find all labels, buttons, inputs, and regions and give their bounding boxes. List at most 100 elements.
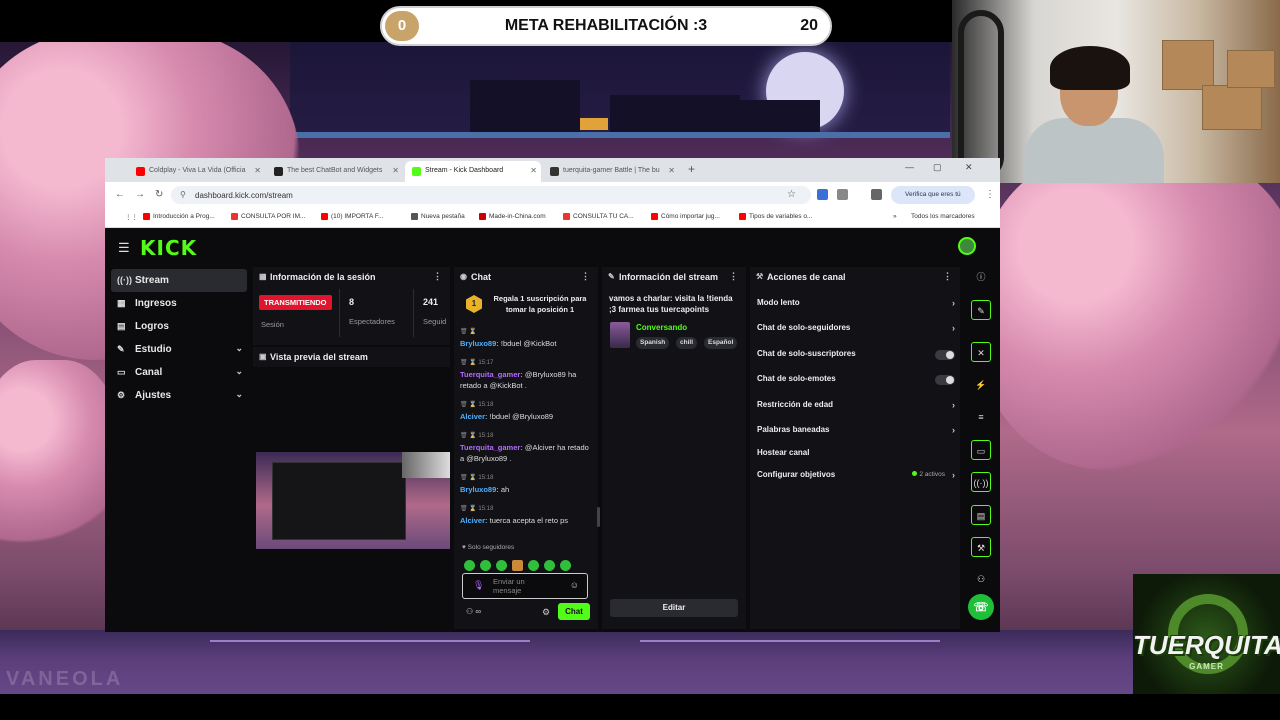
avatar[interactable] [958, 237, 976, 255]
delete-icon[interactable]: 🗑 ⌛ [460, 506, 478, 512]
browser-tab[interactable]: tuerquita-gamer Battle | The bu ✕ [543, 161, 679, 182]
more-icon[interactable]: ⋮ [943, 271, 952, 282]
url-field[interactable]: ⚲ dashboard.kick.com/stream [171, 186, 811, 204]
maximize-icon[interactable]: ▢ [933, 162, 942, 173]
close-tab-icon[interactable]: ✕ [668, 166, 675, 175]
bookmark-item[interactable]: (10) IMPORTA F... [321, 213, 384, 220]
site-info-icon[interactable]: ⚲ [180, 190, 186, 199]
channel-action-row[interactable]: Chat de solo-emotes [757, 374, 957, 388]
channel-action-row[interactable]: Chat de solo-suscriptores [757, 349, 957, 363]
new-tab-button[interactable]: + [688, 162, 695, 176]
extension-icon[interactable] [837, 189, 848, 200]
close-tab-icon[interactable]: ✕ [530, 166, 537, 175]
bookmark-item[interactable]: CONSULTA TU CA... [563, 213, 634, 220]
bolt-icon[interactable]: ⚡ [971, 375, 991, 395]
channel-action-row[interactable]: Palabras baneadas › [757, 425, 957, 439]
extension-icon[interactable] [871, 189, 882, 200]
emote-icon[interactable] [464, 560, 475, 571]
delete-icon[interactable]: 🗑 ⌛ [460, 475, 478, 481]
chat-username[interactable]: Bryluxo89: [460, 339, 499, 348]
toggle-switch[interactable] [935, 375, 955, 385]
chat-username[interactable]: Alciver: [460, 412, 488, 421]
bookmark-item[interactable]: Made-in-China.com [479, 213, 546, 220]
emote-icon[interactable] [560, 560, 571, 571]
layout-icon[interactable]: ▤ [971, 505, 991, 525]
chevron-right-icon[interactable]: › [952, 298, 955, 308]
channel-action-row[interactable]: Configurar objetivos 2 activos › [757, 470, 957, 484]
chat-username[interactable]: Bryluxo89: [460, 485, 499, 494]
chat-username[interactable]: Tuerquita_gamer: [460, 443, 523, 452]
tools-icon[interactable]: ✕ [971, 342, 991, 362]
menu-icon[interactable]: ☰ [118, 240, 130, 256]
delete-icon[interactable]: 🗑 ⌛ [460, 360, 478, 366]
close-tab-icon[interactable]: ✕ [254, 166, 261, 175]
chevron-down-icon[interactable]: ⌄ [235, 389, 243, 400]
pencil-icon[interactable]: ✎ [971, 300, 991, 320]
bookmark-item[interactable]: Nueva pestaña [411, 213, 465, 220]
profile-verify-chip[interactable]: Verifica que eres tú [891, 186, 975, 204]
forward-icon[interactable]: → [135, 189, 145, 200]
minimize-icon[interactable]: — [905, 162, 914, 172]
stream-preview[interactable] [253, 369, 450, 629]
stream-category[interactable]: Conversando [636, 323, 687, 332]
bookmark-item[interactable]: Introducción a Prog... [143, 213, 215, 220]
share-icon[interactable]: ⚇ [971, 569, 991, 589]
chevron-right-icon[interactable]: › [952, 470, 955, 480]
apps-icon[interactable]: ⋮⋮ [115, 213, 138, 221]
browser-tab[interactable]: The best ChatBot and Widgets ✕ [267, 161, 403, 182]
browser-tab[interactable]: Stream - Kick Dashboard ✕ [405, 161, 541, 182]
browser-tab[interactable]: Coldplay - Viva La Vida (Officia ✕ [129, 161, 265, 182]
chevron-right-icon[interactable]: › [952, 425, 955, 435]
chat-input[interactable]: 🎙 Enviar un mensaje ☺ [462, 573, 588, 599]
bookmark-item[interactable]: CONSULTA POR IM... [231, 213, 305, 220]
support-button[interactable]: ☏ [968, 594, 994, 620]
chevron-down-icon[interactable]: ⌄ [235, 366, 243, 377]
more-icon[interactable]: ⋮ [581, 271, 590, 282]
sidebar-item-stream[interactable]: ((·)) Stream [111, 269, 247, 292]
mic-icon[interactable]: 🎙 [473, 580, 484, 591]
emote-icon[interactable] [480, 560, 491, 571]
gear-icon[interactable]: ⚙ [542, 607, 550, 618]
emote-icon[interactable] [544, 560, 555, 571]
sidebar-item-estudio[interactable]: ✎ Estudio ⌄ [111, 338, 247, 361]
sidebar-item-ingresos[interactable]: ▦ Ingresos [111, 292, 247, 315]
list-icon[interactable]: ≡ [971, 407, 991, 427]
bookmark-star-icon[interactable]: ☆ [787, 189, 796, 200]
toggle-switch[interactable] [935, 350, 955, 360]
chat-username[interactable]: Alciver: [460, 516, 488, 525]
channel-action-row[interactable]: Hostear canal [757, 448, 957, 462]
more-bookmarks-icon[interactable]: » [883, 213, 897, 220]
reload-icon[interactable]: ↻ [155, 189, 163, 200]
emote-icon[interactable] [528, 560, 539, 571]
channel-action-row[interactable]: Restricción de edad › [757, 400, 957, 414]
sub-gift-banner[interactable]: 1 Regala 1 suscripción para tomar la pos… [460, 289, 592, 323]
browser-menu-icon[interactable]: ⋮ [985, 189, 995, 200]
delete-icon[interactable]: 🗑 ⌛ [460, 329, 477, 335]
sidebar-item-ajustes[interactable]: ⚙ Ajustes ⌄ [111, 384, 247, 407]
sidebar-item-canal[interactable]: ▭ Canal ⌄ [111, 361, 247, 384]
close-tab-icon[interactable]: ✕ [392, 166, 399, 175]
chevron-right-icon[interactable]: › [952, 323, 955, 333]
chat-scrollbar[interactable] [597, 507, 600, 527]
all-bookmarks[interactable]: Todos los marcadores [901, 213, 975, 220]
channel-action-row[interactable]: Modo lento › [757, 298, 957, 312]
emoji-icon[interactable]: ☺ [570, 580, 579, 590]
more-icon[interactable]: ⋮ [433, 271, 442, 282]
kick-logo[interactable]: KICK [140, 236, 197, 260]
delete-icon[interactable]: 🗑 ⌛ [460, 433, 478, 439]
bookmark-item[interactable]: Tipos de variables o... [739, 213, 812, 220]
back-icon[interactable]: ← [115, 189, 125, 200]
chat-username[interactable]: Tuerquita_gamer: [460, 370, 523, 379]
wrench-icon[interactable]: ⚒ [971, 537, 991, 557]
extension-icon[interactable] [817, 189, 828, 200]
chevron-right-icon[interactable]: › [952, 400, 955, 410]
send-chat-button[interactable]: Chat [558, 603, 590, 620]
more-icon[interactable]: ⋮ [729, 271, 738, 282]
emote-icon[interactable] [496, 560, 507, 571]
bookmark-item[interactable]: Cómo importar jug... [651, 213, 720, 220]
info-icon[interactable]: ⓘ [971, 267, 991, 287]
chat-tools-icon[interactable]: ⚇ ∞ [466, 607, 481, 616]
close-window-icon[interactable]: ✕ [965, 162, 973, 173]
broadcast-icon[interactable]: ((·)) [971, 472, 991, 492]
chat-bubble-icon[interactable]: ▭ [971, 440, 991, 460]
